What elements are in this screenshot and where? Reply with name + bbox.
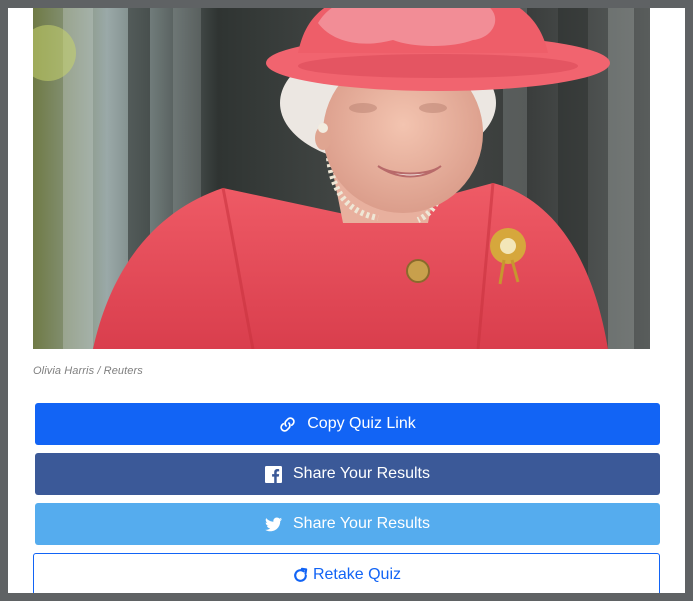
photo-credit: Olivia Harris / Reuters — [33, 365, 143, 377]
facebook-share-button[interactable]: Share Your Results — [35, 453, 660, 495]
result-photo — [33, 8, 650, 349]
twitter-share-button[interactable]: Share Your Results — [35, 503, 660, 545]
refresh-icon — [292, 567, 309, 584]
facebook-icon — [265, 465, 282, 483]
twitter-icon — [265, 516, 282, 532]
retake-quiz-label: Retake Quiz — [312, 566, 402, 583]
retake-quiz-button[interactable]: Retake Quiz — [33, 553, 660, 593]
quiz-result-card: Olivia Harris / Reuters Copy Quiz Link S… — [8, 8, 685, 593]
copy-quiz-link-label: Copy Quiz Link — [307, 415, 416, 432]
copy-quiz-link-button[interactable]: Copy Quiz Link — [35, 403, 660, 445]
twitter-share-label: Share Your Results — [293, 515, 430, 532]
facebook-share-label: Share Your Results — [293, 465, 430, 482]
link-icon — [279, 416, 296, 433]
